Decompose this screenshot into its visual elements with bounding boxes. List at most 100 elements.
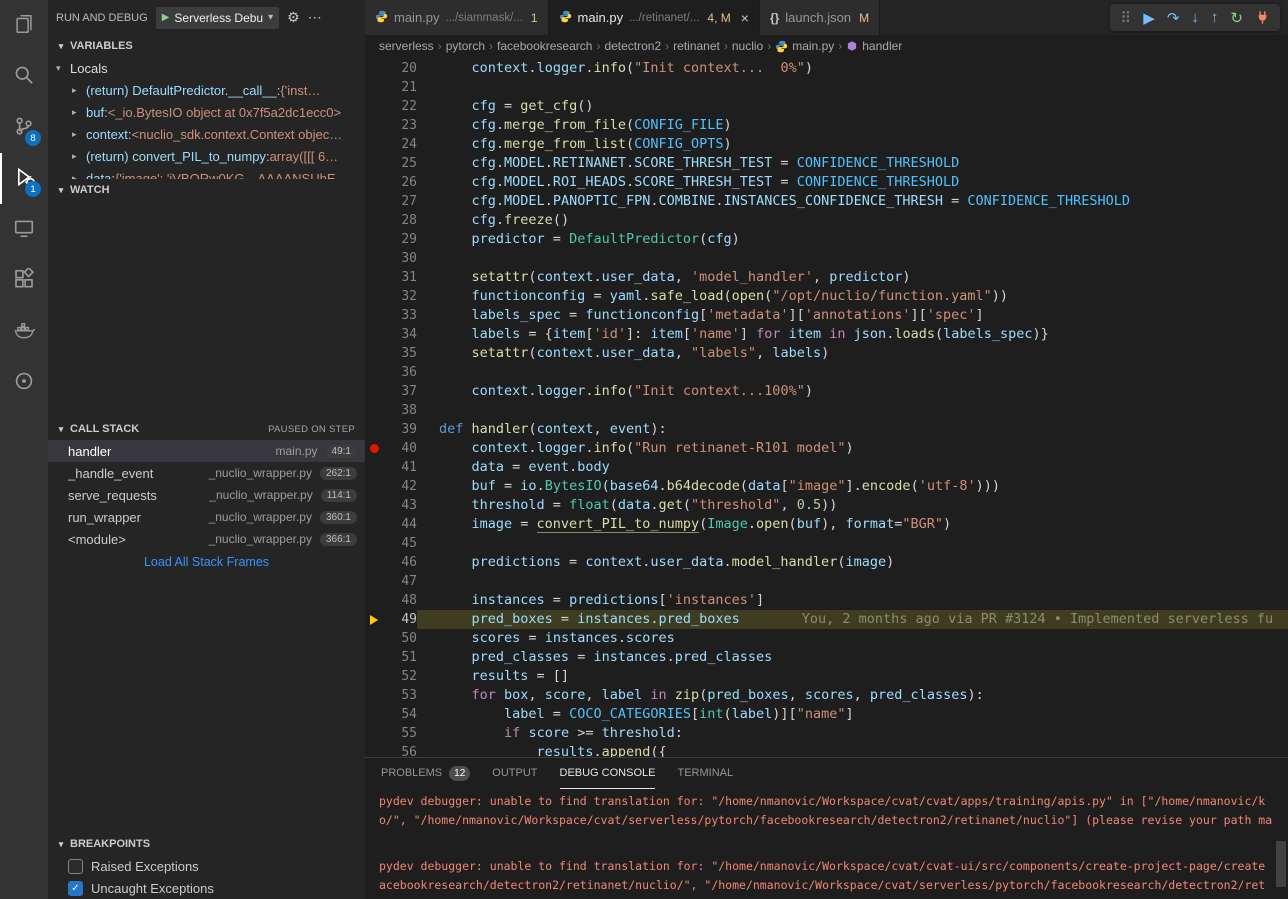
- gutter-breakpoint-margin[interactable]: [365, 610, 383, 629]
- variable-row[interactable]: ▸context: <nuclio_sdk.context.Context ob…: [48, 123, 365, 145]
- gutter-breakpoint-margin[interactable]: [365, 629, 383, 648]
- gutter-breakpoint-margin[interactable]: [365, 135, 383, 154]
- stack-frame[interactable]: <module>_nuclio_wrapper.py366:1: [48, 528, 365, 550]
- gutter-breakpoint-margin[interactable]: [365, 591, 383, 610]
- console-line[interactable]: acebookresearch/detectron2/retinanet/nuc…: [379, 876, 1274, 895]
- variable-row[interactable]: ▸(return) convert_PIL_to_numpy: array([[…: [48, 145, 365, 167]
- breadcrumb-item[interactable]: serverless: [379, 39, 434, 53]
- gutter-breakpoint-margin[interactable]: [365, 97, 383, 116]
- breadcrumb-item[interactable]: main.py: [775, 39, 834, 53]
- editor-tab[interactable]: {}launch.jsonM: [760, 0, 880, 35]
- checkbox-checked-icon[interactable]: ✓: [68, 881, 83, 896]
- code-line[interactable]: 33 labels_spec = functionconfig['metadat…: [365, 306, 1288, 325]
- code-line[interactable]: 37 context.logger.info("Init context...1…: [365, 382, 1288, 401]
- code-editor[interactable]: 20 context.logger.info("Init context... …: [365, 57, 1288, 757]
- code-line[interactable]: 38: [365, 401, 1288, 420]
- gutter-breakpoint-margin[interactable]: [365, 287, 383, 306]
- gutter-breakpoint-margin[interactable]: [365, 116, 383, 135]
- gutter-breakpoint-margin[interactable]: [365, 572, 383, 591]
- gutter-breakpoint-margin[interactable]: [365, 173, 383, 192]
- variable-row[interactable]: ▸buf: <_io.BytesIO object at 0x7f5a2dc1e…: [48, 101, 365, 123]
- code-line[interactable]: 53 for box, score, label in zip(pred_box…: [365, 686, 1288, 705]
- restart-button[interactable]: ↻: [1230, 9, 1243, 27]
- code-line[interactable]: 30: [365, 249, 1288, 268]
- editor-tab[interactable]: main.py.../retinanet/...4, M×: [549, 0, 760, 35]
- code-line[interactable]: 21: [365, 78, 1288, 97]
- step-over-button[interactable]: ↷: [1167, 9, 1180, 27]
- code-line[interactable]: 52 results = []: [365, 667, 1288, 686]
- gutter-breakpoint-margin[interactable]: [365, 534, 383, 553]
- gutter-breakpoint-margin[interactable]: [365, 59, 383, 78]
- variable-row[interactable]: ▸(return) DefaultPredictor.__call__: {'i…: [48, 79, 365, 101]
- activity-search[interactable]: [0, 51, 48, 102]
- code-line[interactable]: 54 label = COCO_CATEGORIES[int(label)]["…: [365, 705, 1288, 724]
- activity-extensions[interactable]: [0, 255, 48, 306]
- breadcrumb-item[interactable]: detectron2: [604, 39, 661, 53]
- code-line[interactable]: 24 cfg.merge_from_list(CONFIG_OPTS): [365, 135, 1288, 154]
- stack-frame[interactable]: handlermain.py49:1: [48, 440, 365, 462]
- gutter-breakpoint-margin[interactable]: [365, 363, 383, 382]
- debug-config-dropdown[interactable]: ▶ Serverless Debu ▾: [156, 7, 279, 29]
- gutter-breakpoint-margin[interactable]: [365, 344, 383, 363]
- stack-frame[interactable]: run_wrapper_nuclio_wrapper.py360:1: [48, 506, 365, 528]
- stack-frame[interactable]: serve_requests_nuclio_wrapper.py114:1: [48, 484, 365, 506]
- editor-tab[interactable]: main.py.../siammask/...1: [365, 0, 549, 35]
- stack-frame[interactable]: _handle_event_nuclio_wrapper.py262:1: [48, 462, 365, 484]
- gutter-breakpoint-margin[interactable]: [365, 306, 383, 325]
- activity-test-explorer[interactable]: [0, 357, 48, 408]
- gear-icon[interactable]: ⚙: [287, 9, 300, 26]
- disconnect-button[interactable]: [1255, 10, 1270, 25]
- start-debugging-icon[interactable]: ▶: [162, 12, 170, 23]
- breakpoint-item[interactable]: ✓Uncaught Exceptions: [48, 877, 365, 899]
- activity-docker[interactable]: [0, 306, 48, 357]
- panel-tab-problems[interactable]: PROBLEMS12: [381, 758, 470, 789]
- code-line[interactable]: 31 setattr(context.user_data, 'model_han…: [365, 268, 1288, 287]
- call-stack-section-header[interactable]: ▾ CALL STACK PAUSED ON STEP: [48, 418, 365, 440]
- gutter-breakpoint-margin[interactable]: [365, 553, 383, 572]
- gutter-breakpoint-margin[interactable]: [365, 211, 383, 230]
- console-line[interactable]: pydev debugger: unable to find translati…: [379, 857, 1274, 876]
- code-line[interactable]: 27 cfg.MODEL.PANOPTIC_FPN.COMBINE.INSTAN…: [365, 192, 1288, 211]
- code-line[interactable]: 47: [365, 572, 1288, 591]
- code-line[interactable]: 43 threshold = float(data.get("threshold…: [365, 496, 1288, 515]
- gutter-breakpoint-margin[interactable]: [365, 477, 383, 496]
- code-line[interactable]: 25 cfg.MODEL.RETINANET.SCORE_THRESH_TEST…: [365, 154, 1288, 173]
- gutter-breakpoint-margin[interactable]: [365, 249, 383, 268]
- code-line[interactable]: 55 if score >= threshold:: [365, 724, 1288, 743]
- gutter-breakpoint-margin[interactable]: [365, 401, 383, 420]
- code-line[interactable]: 40 context.logger.info("Run retinanet-R1…: [365, 439, 1288, 458]
- gutter-breakpoint-margin[interactable]: [365, 496, 383, 515]
- code-line[interactable]: 29 predictor = DefaultPredictor(cfg): [365, 230, 1288, 249]
- activity-remote-explorer[interactable]: [0, 204, 48, 255]
- scope-locals[interactable]: ▾ Locals: [48, 57, 365, 79]
- gutter-breakpoint-margin[interactable]: [365, 154, 383, 173]
- variables-section-header[interactable]: ▾ VARIABLES: [48, 35, 365, 57]
- code-line[interactable]: 32 functionconfig = yaml.safe_load(open(…: [365, 287, 1288, 306]
- code-line[interactable]: 36: [365, 363, 1288, 382]
- breadcrumb-item[interactable]: facebookresearch: [497, 39, 592, 53]
- step-into-button[interactable]: ↓: [1191, 9, 1199, 26]
- breadcrumb-item[interactable]: pytorch: [446, 39, 485, 53]
- code-line[interactable]: 46 predictions = context.user_data.model…: [365, 553, 1288, 572]
- code-line[interactable]: 48 instances = predictions['instances']: [365, 591, 1288, 610]
- more-actions-icon[interactable]: ⋯: [308, 9, 322, 26]
- panel-tab-debug-console[interactable]: DEBUG CONSOLE: [560, 758, 656, 789]
- code-line[interactable]: 22 cfg = get_cfg(): [365, 97, 1288, 116]
- code-line[interactable]: 35 setattr(context.user_data, "labels", …: [365, 344, 1288, 363]
- breadcrumb-item[interactable]: retinanet: [673, 39, 720, 53]
- activity-source-control[interactable]: 8: [0, 102, 48, 153]
- code-line[interactable]: 23 cfg.merge_from_file(CONFIG_FILE): [365, 116, 1288, 135]
- code-line[interactable]: 28 cfg.freeze(): [365, 211, 1288, 230]
- breadcrumb-item[interactable]: handler: [846, 39, 902, 53]
- code-line[interactable]: 49 pred_boxes = instances.pred_boxesYou,…: [365, 610, 1288, 629]
- gutter-breakpoint-margin[interactable]: [365, 230, 383, 249]
- code-line[interactable]: 45: [365, 534, 1288, 553]
- step-out-button[interactable]: ↑: [1211, 9, 1219, 26]
- breadcrumb-item[interactable]: nuclio: [732, 39, 763, 53]
- gutter-breakpoint-margin[interactable]: [365, 78, 383, 97]
- gutter-breakpoint-margin[interactable]: [365, 458, 383, 477]
- code-line[interactable]: 50 scores = instances.scores: [365, 629, 1288, 648]
- scrollbar-thumb[interactable]: [1276, 841, 1286, 887]
- code-line[interactable]: 42 buf = io.BytesIO(base64.b64decode(dat…: [365, 477, 1288, 496]
- panel-tab-terminal[interactable]: TERMINAL: [677, 758, 733, 789]
